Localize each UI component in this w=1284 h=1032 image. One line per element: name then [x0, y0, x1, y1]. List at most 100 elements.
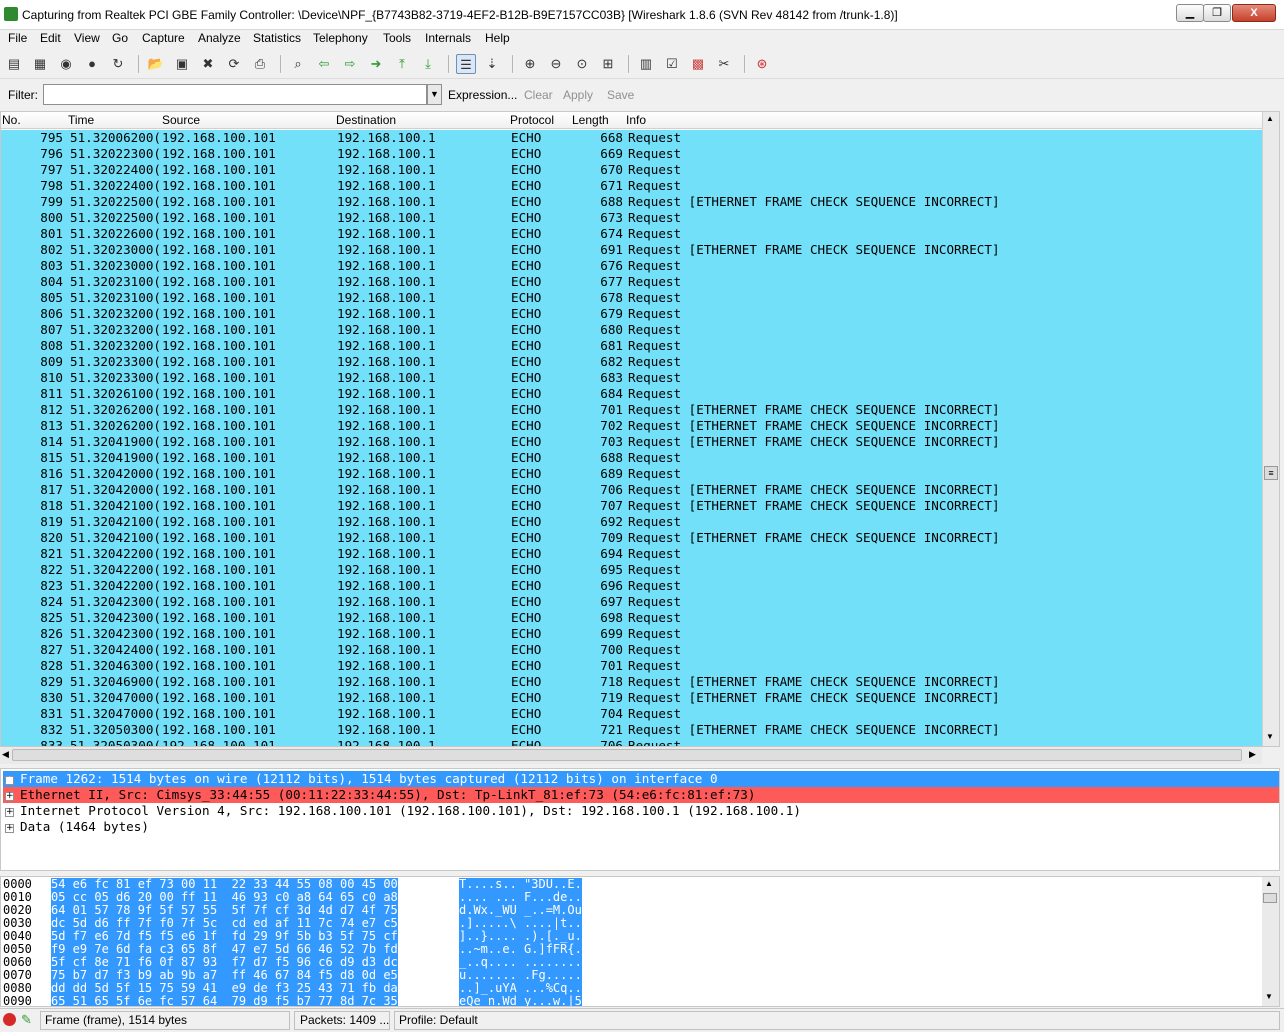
restart-capture-icon[interactable]: ↻: [108, 54, 128, 74]
detail-data[interactable]: + Data (1464 bytes): [3, 819, 1279, 835]
packet-row[interactable]: 823 51.32042200(192.168.100.101 192.168.10…: [1, 578, 1263, 594]
menu-file[interactable]: File: [8, 30, 27, 46]
packet-row[interactable]: 806 51.32023200(192.168.100.101 192.168.10…: [1, 306, 1263, 322]
filter-save-button[interactable]: Save: [607, 88, 634, 102]
menu-telephony[interactable]: Telephony: [313, 30, 368, 46]
filter-expression-button[interactable]: Expression...: [448, 88, 517, 102]
scroll-right-icon[interactable]: ▶: [1249, 749, 1256, 760]
help-icon[interactable]: ⊛: [752, 54, 772, 74]
close-file-icon[interactable]: ✖: [198, 54, 218, 74]
menu-internals[interactable]: Internals: [425, 30, 471, 46]
packet-bytes[interactable]: 0000 54 e6 fc 81 ef 73 00 11 22 33 44 55 …: [0, 876, 1280, 1007]
menu-tools[interactable]: Tools: [383, 30, 411, 46]
zoom-normal-icon[interactable]: ⊙: [572, 54, 592, 74]
scroll-down-icon[interactable]: ▼: [1265, 992, 1273, 1001]
packet-row[interactable]: 812 51.32026200(192.168.100.101 192.168.10…: [1, 402, 1263, 418]
column-protocol[interactable]: Protocol: [510, 113, 554, 127]
capture-filters-icon[interactable]: ▥: [636, 54, 656, 74]
detail-frame[interactable]: + Frame 1262: 1514 bytes on wire (12112 b…: [3, 771, 1279, 787]
capture-comment-icon[interactable]: ✎: [21, 1012, 32, 1028]
packet-row[interactable]: 795 51.32006200(192.168.100.101 192.168.10…: [1, 130, 1263, 146]
expand-icon[interactable]: +: [5, 808, 14, 817]
bytes-scrollbar[interactable]: ▲ ▼: [1262, 877, 1279, 1006]
column-source[interactable]: Source: [162, 113, 200, 127]
scroll-up-icon[interactable]: ▲: [1266, 114, 1274, 123]
detail-ethernet[interactable]: + Ethernet II, Src: Cimsys_33:44:55 (00:1…: [3, 787, 1279, 803]
find-packet-icon[interactable]: ⌕: [288, 54, 308, 74]
packet-row[interactable]: 817 51.32042000(192.168.100.101 192.168.10…: [1, 482, 1263, 498]
restore-button[interactable]: ❐: [1203, 4, 1231, 22]
packet-list[interactable]: No. Time Source Destination Protocol Len…: [0, 111, 1280, 747]
packet-row[interactable]: 801 51.32022600(192.168.100.101 192.168.10…: [1, 226, 1263, 242]
packet-row[interactable]: 831 51.32047000(192.168.100.101 192.168.10…: [1, 706, 1263, 722]
packet-row[interactable]: 816 51.32042000(192.168.100.101 192.168.10…: [1, 466, 1263, 482]
packet-row[interactable]: 818 51.32042100(192.168.100.101 192.168.10…: [1, 498, 1263, 514]
packet-row[interactable]: 807 51.32023200(192.168.100.101 192.168.10…: [1, 322, 1263, 338]
menu-analyze[interactable]: Analyze: [198, 30, 241, 46]
colorize-icon[interactable]: ☰: [456, 54, 476, 74]
hscroll-thumb[interactable]: [12, 749, 1242, 761]
column-time[interactable]: Time: [68, 113, 94, 127]
column-no[interactable]: No.: [2, 113, 21, 127]
filter-clear-button[interactable]: Clear: [524, 88, 553, 102]
open-file-icon[interactable]: 📂: [146, 54, 166, 74]
packet-row[interactable]: 815 51.32041900(192.168.100.101 192.168.10…: [1, 450, 1263, 466]
packet-row[interactable]: 809 51.32023300(192.168.100.101 192.168.10…: [1, 354, 1263, 370]
packet-row[interactable]: 805 51.32023100(192.168.100.101 192.168.10…: [1, 290, 1263, 306]
scroll-left-icon[interactable]: ◀: [2, 749, 9, 760]
expand-icon[interactable]: +: [5, 776, 14, 785]
packet-row[interactable]: 826 51.32042300(192.168.100.101 192.168.10…: [1, 626, 1263, 642]
packet-row[interactable]: 828 51.32046300(192.168.100.101 192.168.10…: [1, 658, 1263, 674]
packet-row[interactable]: 808 51.32023200(192.168.100.101 192.168.10…: [1, 338, 1263, 354]
packet-row[interactable]: 811 51.32026100(192.168.100.101 192.168.10…: [1, 386, 1263, 402]
coloring-rules-icon[interactable]: ▩: [688, 54, 708, 74]
minimize-button[interactable]: ▁: [1176, 4, 1204, 22]
packet-row[interactable]: 810 51.32023300(192.168.100.101 192.168.10…: [1, 370, 1263, 386]
menu-go[interactable]: Go: [112, 30, 128, 46]
capture-options-icon[interactable]: ▦: [30, 54, 50, 74]
scroll-thumb[interactable]: ≡: [1264, 466, 1278, 480]
menu-help[interactable]: Help: [485, 30, 510, 46]
expert-info-icon[interactable]: [3, 1013, 16, 1026]
resize-columns-icon[interactable]: ⊞: [598, 54, 618, 74]
packet-row[interactable]: 798 51.32022400(192.168.100.101 192.168.10…: [1, 178, 1263, 194]
packet-row[interactable]: 820 51.32042100(192.168.100.101 192.168.10…: [1, 530, 1263, 546]
packet-row[interactable]: 821 51.32042200(192.168.100.101 192.168.10…: [1, 546, 1263, 562]
go-first-packet-icon[interactable]: ⤒: [392, 54, 412, 74]
start-capture-icon[interactable]: ◉: [56, 54, 76, 74]
save-file-icon[interactable]: ▣: [172, 54, 192, 74]
packet-row[interactable]: 813 51.32026200(192.168.100.101 192.168.10…: [1, 418, 1263, 434]
go-to-packet-icon[interactable]: ➜: [366, 54, 386, 74]
expand-icon[interactable]: +: [5, 824, 14, 833]
expand-icon[interactable]: +: [5, 792, 14, 801]
packet-row[interactable]: 827 51.32042400(192.168.100.101 192.168.10…: [1, 642, 1263, 658]
packet-row[interactable]: 796 51.32022300(192.168.100.101 192.168.10…: [1, 146, 1263, 162]
menu-statistics[interactable]: Statistics: [253, 30, 301, 46]
reload-icon[interactable]: ⟳: [224, 54, 244, 74]
packet-row[interactable]: 800 51.32022500(192.168.100.101 192.168.10…: [1, 210, 1263, 226]
packet-row[interactable]: 799 51.32022500(192.168.100.101 192.168.10…: [1, 194, 1263, 210]
packet-row[interactable]: 803 51.32023000(192.168.100.101 192.168.10…: [1, 258, 1263, 274]
stop-capture-icon[interactable]: ●: [82, 54, 102, 74]
packet-row[interactable]: 825 51.32042300(192.168.100.101 192.168.10…: [1, 610, 1263, 626]
filter-dropdown-icon[interactable]: ▼: [427, 84, 442, 105]
filter-apply-button[interactable]: Apply: [563, 88, 593, 102]
packet-row[interactable]: 802 51.32023000(192.168.100.101 192.168.10…: [1, 242, 1263, 258]
zoom-out-icon[interactable]: ⊖: [546, 54, 566, 74]
packet-row[interactable]: 797 51.32022400(192.168.100.101 192.168.10…: [1, 162, 1263, 178]
packet-row[interactable]: 832 51.32050300(192.168.100.101 192.168.10…: [1, 722, 1263, 738]
column-info[interactable]: Info: [626, 113, 646, 127]
packet-row[interactable]: 814 51.32041900(192.168.100.101 192.168.10…: [1, 434, 1263, 450]
zoom-in-icon[interactable]: ⊕: [520, 54, 540, 74]
go-back-icon[interactable]: ⇦: [314, 54, 334, 74]
packet-row[interactable]: 833 51.32050300(192.168.100.101 192.168.10…: [1, 738, 1263, 746]
packet-row[interactable]: 822 51.32042200(192.168.100.101 192.168.10…: [1, 562, 1263, 578]
detail-ip[interactable]: + Internet Protocol Version 4, Src: 192.1…: [3, 803, 1279, 819]
menu-view[interactable]: View: [74, 30, 100, 46]
packet-details[interactable]: + Frame 1262: 1514 bytes on wire (12112 b…: [0, 768, 1280, 871]
preferences-icon[interactable]: ✂: [714, 54, 734, 74]
packet-row[interactable]: 819 51.32042100(192.168.100.101 192.168.10…: [1, 514, 1263, 530]
packet-list-scrollbar[interactable]: ▲ ≡ ▼: [1262, 112, 1279, 746]
packet-row[interactable]: 804 51.32023100(192.168.100.101 192.168.10…: [1, 274, 1263, 290]
column-destination[interactable]: Destination: [336, 113, 396, 127]
